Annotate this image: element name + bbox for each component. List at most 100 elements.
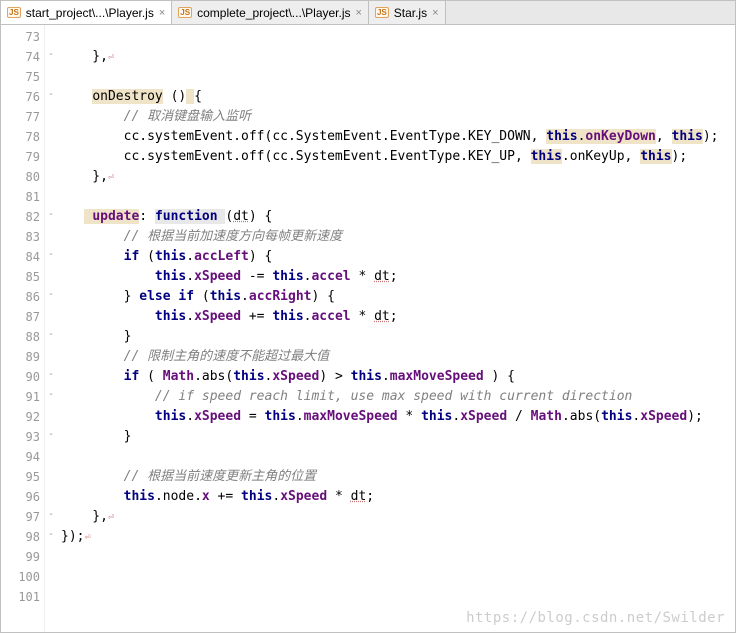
line-number: 96 xyxy=(1,487,40,507)
code-line[interactable]: cc.systemEvent.off(cc.SystemEvent.EventT… xyxy=(61,147,735,167)
line-number: 85 xyxy=(1,267,40,287)
line-number: 90 xyxy=(1,367,40,387)
code-line[interactable]: // 根据当前加速度方向每帧更新速度 xyxy=(61,227,735,247)
code-line[interactable]: } else if (this.accRight) { xyxy=(61,287,735,307)
code-line[interactable]: update: function (dt) { xyxy=(61,207,735,227)
line-number: 94 xyxy=(1,447,40,467)
fold-marker xyxy=(45,585,57,605)
js-icon: JS xyxy=(375,7,389,18)
code-line[interactable] xyxy=(61,67,735,87)
close-icon[interactable]: × xyxy=(159,7,165,19)
tab-star[interactable]: JS Star.js × xyxy=(369,1,446,24)
line-number: 95 xyxy=(1,467,40,487)
code-line[interactable]: },⏎ xyxy=(61,507,735,527)
line-number: 97 xyxy=(1,507,40,527)
fold-marker xyxy=(45,265,57,285)
tab-label: Star.js xyxy=(394,6,427,20)
fold-marker xyxy=(45,125,57,145)
code-line[interactable]: // 取消键盘输入监听 xyxy=(61,107,735,127)
fold-marker xyxy=(45,565,57,585)
tab-label: complete_project\...\Player.js xyxy=(197,6,350,20)
code-line[interactable]: // 限制主角的速度不能超过最大值 xyxy=(61,347,735,367)
code-line[interactable]: this.node.x += this.xSpeed * dt; xyxy=(61,487,735,507)
code-line[interactable]: // 根据当前速度更新主角的位置 xyxy=(61,467,735,487)
fold-marker xyxy=(45,225,57,245)
line-number: 88 xyxy=(1,327,40,347)
fold-marker[interactable]: - xyxy=(45,85,57,105)
line-gutter: 7374757677787980818283848586878889909192… xyxy=(1,25,45,632)
line-number: 80 xyxy=(1,167,40,187)
watermark: https://blog.csdn.net/Swilder xyxy=(466,610,725,626)
line-number: 99 xyxy=(1,547,40,567)
fold-marker xyxy=(45,65,57,85)
code-line[interactable]: cc.systemEvent.off(cc.SystemEvent.EventT… xyxy=(61,127,735,147)
code-line[interactable] xyxy=(61,447,735,467)
fold-marker xyxy=(45,545,57,565)
line-number: 100 xyxy=(1,567,40,587)
fold-marker xyxy=(45,165,57,185)
code-line[interactable]: },⏎ xyxy=(61,167,735,187)
line-number: 73 xyxy=(1,27,40,47)
fold-marker xyxy=(45,465,57,485)
fold-marker[interactable]: - xyxy=(45,325,57,345)
line-number: 92 xyxy=(1,407,40,427)
js-icon: JS xyxy=(7,7,21,18)
line-number: 76 xyxy=(1,87,40,107)
close-icon[interactable]: × xyxy=(356,7,362,19)
code-line[interactable]: },⏎ xyxy=(61,47,735,67)
fold-marker xyxy=(45,145,57,165)
code-line[interactable]: this.xSpeed += this.accel * dt; xyxy=(61,307,735,327)
line-number: 101 xyxy=(1,587,40,607)
fold-marker xyxy=(45,105,57,125)
line-number: 74 xyxy=(1,47,40,67)
fold-marker xyxy=(45,445,57,465)
fold-marker xyxy=(45,305,57,325)
line-number: 87 xyxy=(1,307,40,327)
fold-marker[interactable]: - xyxy=(45,525,57,545)
code-line[interactable] xyxy=(61,27,735,47)
line-number: 93 xyxy=(1,427,40,447)
line-number: 98 xyxy=(1,527,40,547)
fold-marker[interactable]: - xyxy=(45,45,57,65)
close-icon[interactable]: × xyxy=(432,7,438,19)
code-line[interactable]: // if speed reach limit, use max speed w… xyxy=(61,387,735,407)
fold-marker[interactable]: - xyxy=(45,505,57,525)
tab-start-player[interactable]: JS start_project\...\Player.js × xyxy=(1,1,172,24)
fold-marker[interactable]: - xyxy=(45,425,57,445)
fold-marker xyxy=(45,25,57,45)
line-number: 79 xyxy=(1,147,40,167)
fold-marker xyxy=(45,185,57,205)
line-number: 89 xyxy=(1,347,40,367)
code-line[interactable]: this.xSpeed = this.maxMoveSpeed * this.x… xyxy=(61,407,735,427)
code-line[interactable] xyxy=(61,547,735,567)
js-icon: JS xyxy=(178,7,192,18)
line-number: 91 xyxy=(1,387,40,407)
fold-marker[interactable]: - xyxy=(45,205,57,225)
code-line[interactable]: this.xSpeed -= this.accel * dt; xyxy=(61,267,735,287)
code-line[interactable]: if (this.accLeft) { xyxy=(61,247,735,267)
code-line[interactable] xyxy=(61,567,735,587)
line-number: 83 xyxy=(1,227,40,247)
tab-label: start_project\...\Player.js xyxy=(26,6,154,20)
line-number: 84 xyxy=(1,247,40,267)
fold-marker[interactable]: - xyxy=(45,285,57,305)
code-line[interactable]: if ( Math.abs(this.xSpeed) > this.maxMov… xyxy=(61,367,735,387)
code-line[interactable]: });⏎ xyxy=(61,527,735,547)
code-line[interactable]: } xyxy=(61,327,735,347)
code-line[interactable]: } xyxy=(61,427,735,447)
code-area[interactable]: },⏎ onDestroy () { // 取消键盘输入监听 cc.system… xyxy=(57,25,735,632)
fold-marker[interactable]: - xyxy=(45,365,57,385)
fold-marker[interactable]: - xyxy=(45,385,57,405)
line-number: 82 xyxy=(1,207,40,227)
fold-marker[interactable]: - xyxy=(45,245,57,265)
code-line[interactable]: onDestroy () { xyxy=(61,87,735,107)
code-line[interactable] xyxy=(61,587,735,607)
fold-marker xyxy=(45,485,57,505)
tab-bar: JS start_project\...\Player.js × JS comp… xyxy=(1,1,735,25)
code-line[interactable] xyxy=(61,187,735,207)
line-number: 81 xyxy=(1,187,40,207)
fold-gutter: ----------- xyxy=(45,25,57,632)
tab-complete-player[interactable]: JS complete_project\...\Player.js × xyxy=(172,1,369,24)
line-number: 78 xyxy=(1,127,40,147)
line-number: 86 xyxy=(1,287,40,307)
